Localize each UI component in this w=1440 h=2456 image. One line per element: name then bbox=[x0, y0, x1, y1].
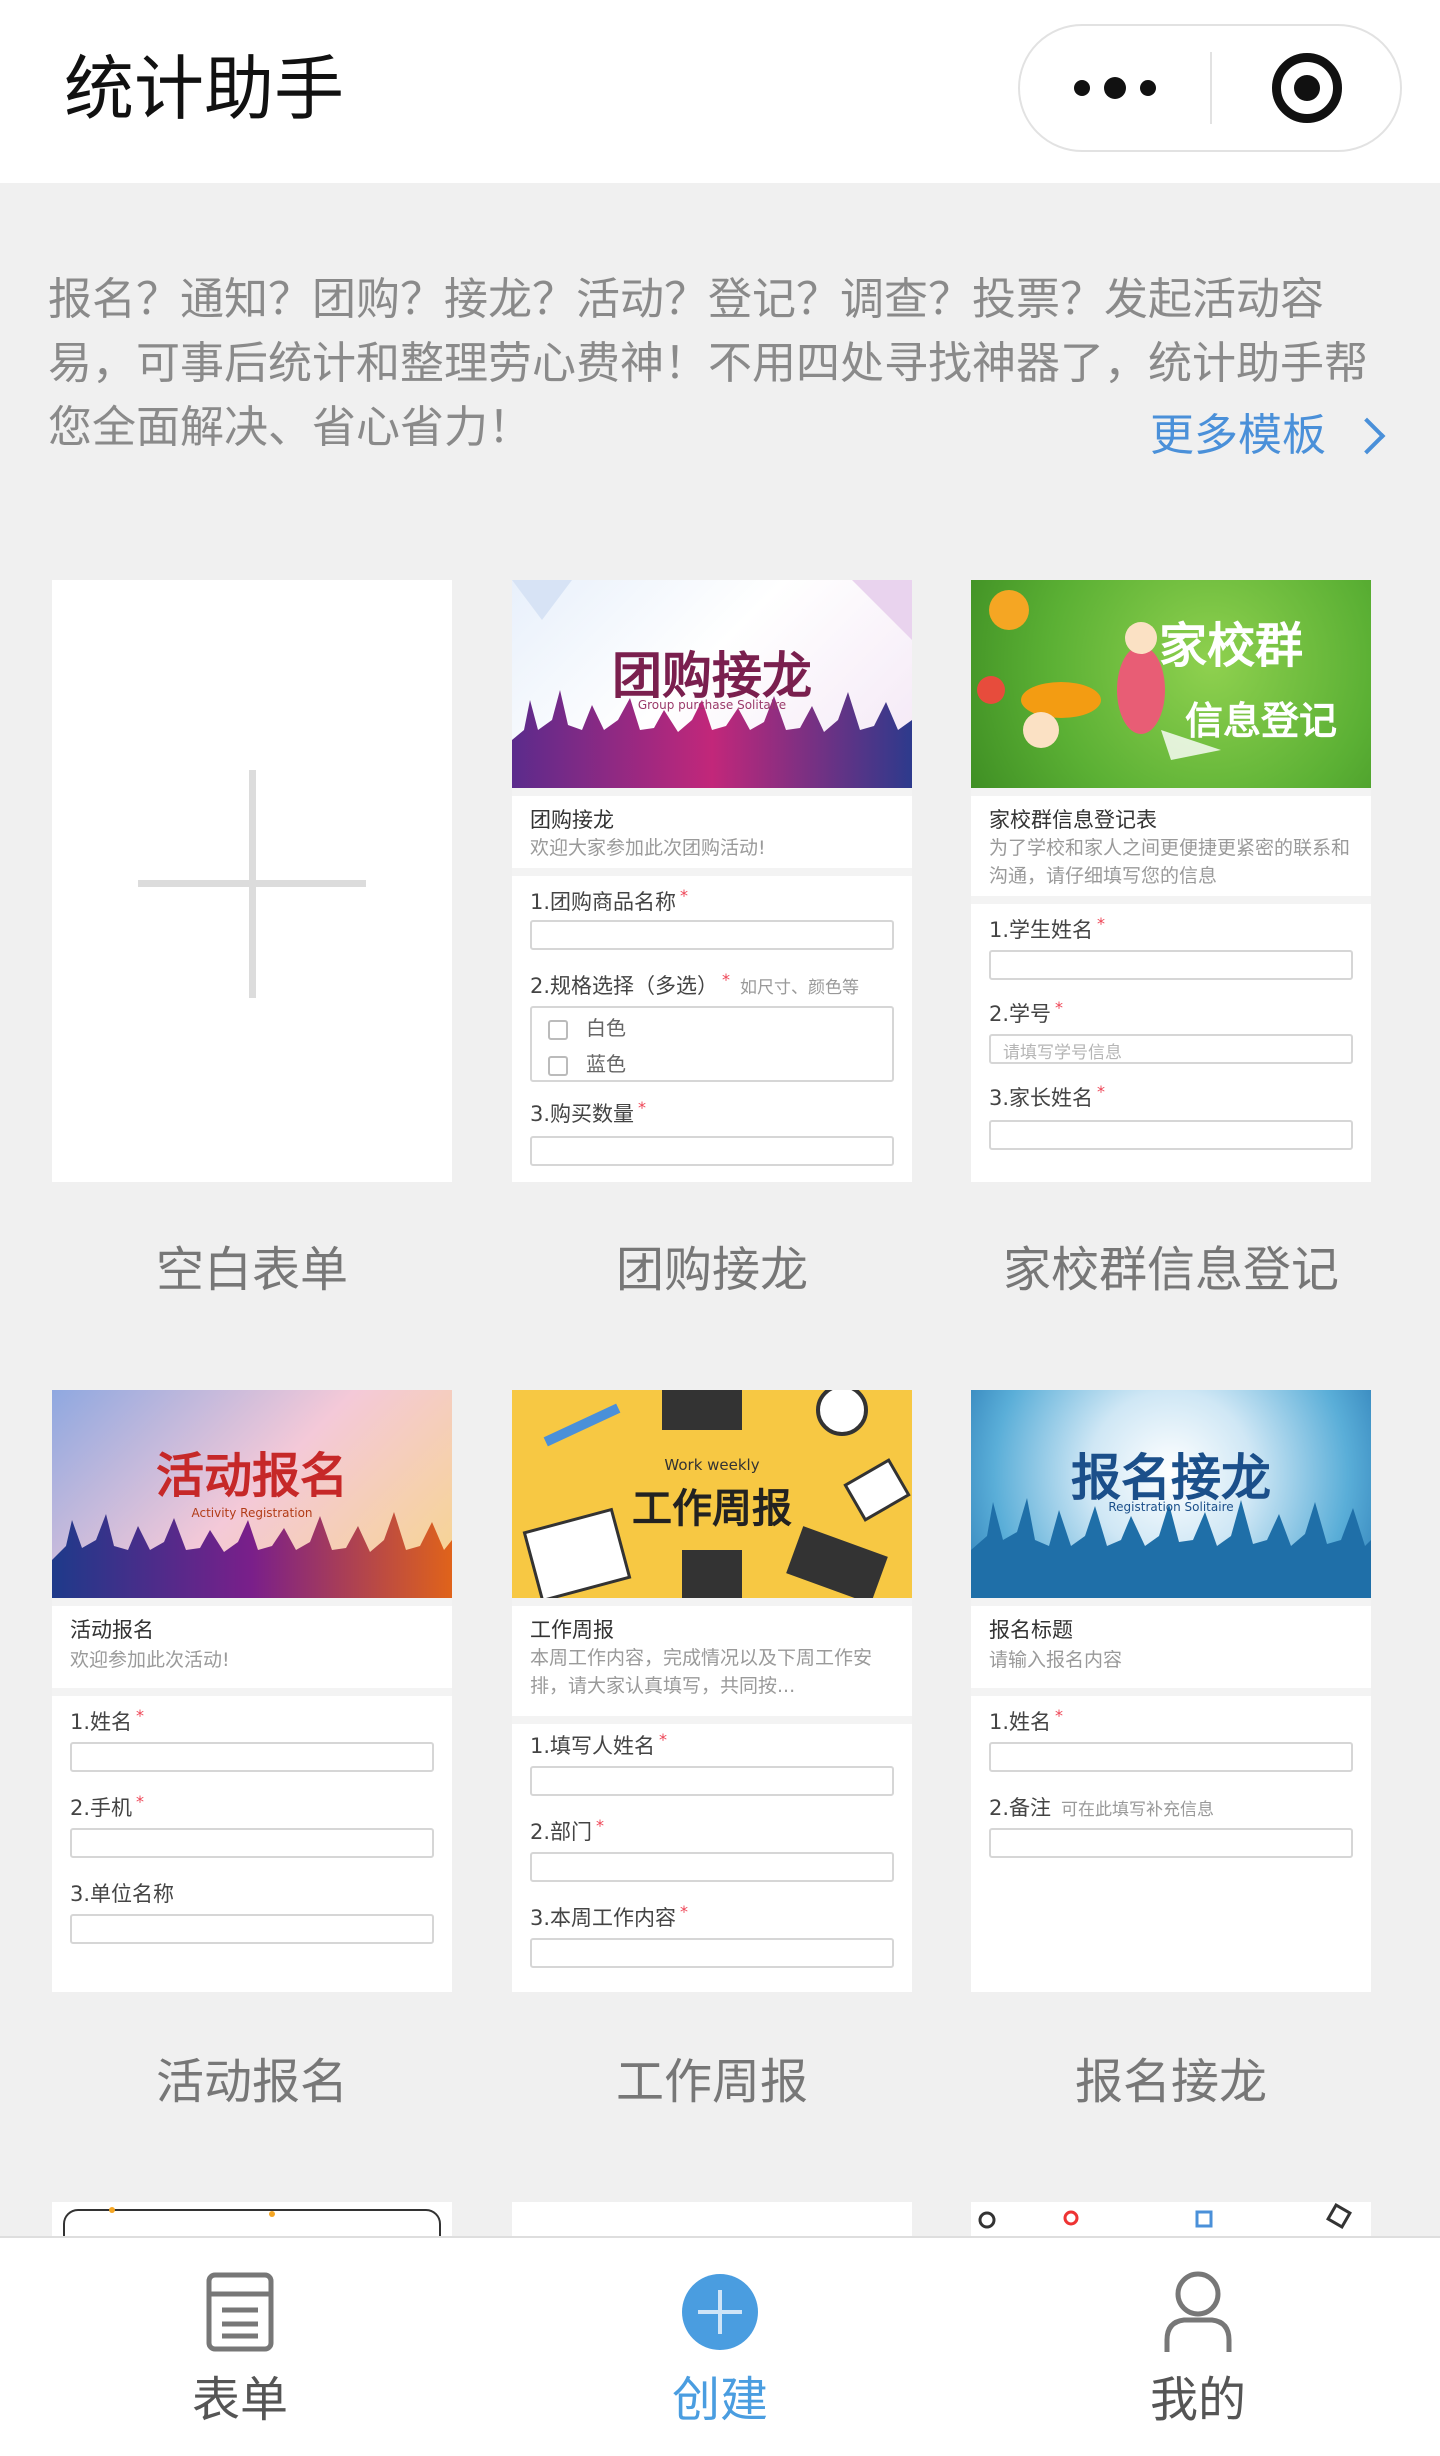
form-header: 家校群信息登记表 为了学校和家人之间更便捷更紧密的联系和沟通，请仔细填写您的信息 bbox=[971, 796, 1371, 896]
question-label: 2.部门 * bbox=[530, 1816, 605, 1844]
close-mini-program-button[interactable] bbox=[1212, 26, 1402, 150]
form-description: 请输入报名内容 bbox=[989, 1649, 1123, 1671]
template-label[interactable]: 家校群信息登记 bbox=[941, 1238, 1401, 1302]
checkbox-option: 蓝色 bbox=[548, 1048, 626, 1077]
form-title: 报名标题 bbox=[989, 1618, 1073, 1642]
nav-bar: 统计助手 bbox=[0, 0, 1440, 183]
template-banner: 团购接龙 Group purchase Solitaire bbox=[512, 580, 912, 788]
answer-field: 请填写学号信息 bbox=[989, 1034, 1353, 1064]
template-banner: 活动报名 Activity Registration bbox=[52, 1390, 452, 1598]
form-description: 欢迎大家参加此次团购活动! bbox=[530, 837, 766, 859]
template-card-registration[interactable]: 报名接龙 Registration Solitaire 报名标题 请输入报名内容… bbox=[971, 1390, 1371, 1992]
dot-icon bbox=[1140, 80, 1156, 96]
tab-label: 创建 bbox=[671, 2372, 768, 2428]
checkbox-group: 白色 蓝色 bbox=[530, 1006, 894, 1082]
template-label[interactable]: 空白表单 bbox=[22, 1238, 482, 1302]
user-icon bbox=[1164, 2271, 1232, 2352]
question-label: 3.本周工作内容 * bbox=[530, 1902, 689, 1930]
question-label: 1.姓名 * bbox=[989, 1706, 1064, 1734]
plus-circle-icon bbox=[682, 2274, 758, 2350]
form-title: 活动报名 bbox=[70, 1618, 154, 1642]
more-templates-label: 更多模板 bbox=[1150, 410, 1326, 461]
tab-label: 我的 bbox=[1149, 2372, 1246, 2428]
template-label[interactable]: 活动报名 bbox=[22, 2050, 482, 2114]
question-label: 2.备注 可在此填写补充信息 bbox=[989, 1796, 1215, 1820]
template-label[interactable]: 报名接龙 bbox=[941, 2050, 1401, 2114]
banner-subtitle: Activity Registration bbox=[191, 1506, 313, 1520]
template-card-group-buy[interactable]: 团购接龙 Group purchase Solitaire 团购接龙 欢迎大家参… bbox=[512, 580, 912, 1182]
question-label: 1.学生姓名 * bbox=[989, 914, 1106, 942]
template-label[interactable]: 团购接龙 bbox=[482, 1238, 942, 1302]
more-options-button[interactable] bbox=[1020, 26, 1210, 150]
banner-title: 信息登记 bbox=[1184, 698, 1337, 743]
form-title: 工作周报 bbox=[530, 1618, 614, 1642]
dot-icon bbox=[1104, 77, 1126, 99]
mini-program-capsule bbox=[1018, 24, 1402, 152]
answer-field bbox=[70, 1742, 434, 1772]
tab-mine[interactable]: 我的 bbox=[1048, 2238, 1348, 2456]
tab-bar: 表单 创建 我的 bbox=[0, 2236, 1440, 2456]
banner-title: 家校群 bbox=[1158, 618, 1303, 674]
answer-field bbox=[989, 1828, 1353, 1858]
form-description: 欢迎参加此次活动! bbox=[70, 1649, 230, 1671]
template-label[interactable]: 工作周报 bbox=[482, 2050, 942, 2114]
form-questions: 1.姓名 * 2.手机 * 3.单位名称 bbox=[52, 1696, 452, 1992]
page-title: 统计助手 bbox=[64, 48, 344, 130]
target-icon bbox=[1272, 53, 1342, 123]
form-questions: 1.填写人姓名 * 2.部门 * 3.本周工作内容 * bbox=[512, 1724, 912, 1992]
dot-icon bbox=[1074, 80, 1090, 96]
template-card-weekly-report[interactable]: Work weekly 工作周报 工作周报 本周工作内容，完成情况以及下周工作安… bbox=[512, 1390, 912, 1992]
tab-label: 表单 bbox=[191, 2372, 288, 2428]
answer-field bbox=[70, 1914, 434, 1944]
template-banner: Work weekly 工作周报 bbox=[512, 1390, 912, 1598]
question-label: 1.团购商品名称 * bbox=[530, 886, 689, 914]
template-card-activity[interactable]: 活动报名 Activity Registration 活动报名 欢迎参加此次活动… bbox=[52, 1390, 452, 1992]
answer-field bbox=[530, 920, 894, 950]
form-questions: 1.姓名 * 2.备注 可在此填写补充信息 bbox=[971, 1696, 1371, 1992]
banner-subtitle: Group purchase Solitaire bbox=[637, 698, 787, 712]
more-templates-link[interactable]: 更多模板 bbox=[1150, 404, 1386, 468]
question-label: 1.姓名 * bbox=[70, 1706, 145, 1734]
answer-field bbox=[530, 1852, 894, 1882]
form-header: 工作周报 本周工作内容，完成情况以及下周工作安排，请大家认真填写，共同按... bbox=[512, 1606, 912, 1716]
template-card-blank[interactable] bbox=[52, 580, 452, 1182]
tab-forms[interactable]: 表单 bbox=[90, 2238, 390, 2456]
checkbox-icon bbox=[548, 1019, 568, 1040]
question-label: 2.规格选择（多选） * 如尺寸、颜色等 bbox=[530, 970, 860, 998]
form-questions: 1.学生姓名 * 2.学号 * 请填写学号信息 3.家长姓名 * bbox=[971, 904, 1371, 1182]
tab-create[interactable]: 创建 bbox=[570, 2238, 870, 2456]
question-label: 1.填写人姓名 * bbox=[530, 1730, 668, 1758]
banner-title: 工作周报 bbox=[632, 1485, 792, 1532]
answer-field bbox=[530, 1766, 894, 1796]
template-banner: 家校群 信息登记 bbox=[971, 580, 1371, 788]
template-banner: 报名接龙 Registration Solitaire bbox=[971, 1390, 1371, 1598]
answer-field bbox=[989, 1120, 1353, 1150]
answer-field bbox=[530, 1136, 894, 1166]
list-icon bbox=[206, 2272, 274, 2352]
template-card-home-school[interactable]: 家校群 信息登记 家校群信息登记表 为了学校和家人之间更便捷更紧密的联系和沟通，… bbox=[971, 580, 1371, 1182]
form-header: 活动报名 欢迎参加此次活动! bbox=[52, 1606, 452, 1688]
form-header: 团购接龙 欢迎大家参加此次团购活动! bbox=[512, 796, 912, 868]
question-label: 2.学号 * bbox=[989, 998, 1064, 1026]
chevron-right-icon bbox=[1348, 417, 1386, 455]
form-description: 本周工作内容，完成情况以及下周工作安排，请大家认真填写，共同按... bbox=[530, 1647, 873, 1697]
question-label: 3.家长姓名 * bbox=[989, 1082, 1106, 1110]
checkbox-option: 白色 bbox=[548, 1012, 626, 1041]
banner-subtitle: Registration Solitaire bbox=[1108, 1500, 1234, 1514]
form-questions: 1.团购商品名称 * 2.规格选择（多选） * 如尺寸、颜色等 白色 蓝色 3.购买数… bbox=[512, 876, 912, 1182]
answer-field bbox=[70, 1828, 434, 1858]
question-label: 3.单位名称 bbox=[70, 1882, 175, 1906]
answer-field bbox=[530, 1938, 894, 1968]
form-description: 为了学校和家人之间更便捷更紧密的联系和沟通，请仔细填写您的信息 bbox=[989, 837, 1351, 887]
banner-subtitle: Work weekly bbox=[664, 1456, 760, 1474]
form-title: 家校群信息登记表 bbox=[989, 808, 1157, 832]
form-title: 团购接龙 bbox=[530, 808, 614, 832]
answer-field bbox=[989, 950, 1353, 980]
banner-title: 活动报名 bbox=[155, 1448, 348, 1504]
checkbox-icon bbox=[548, 1055, 568, 1076]
question-label: 3.购买数量 * bbox=[530, 1098, 647, 1126]
question-label: 2.手机 * bbox=[70, 1792, 145, 1820]
answer-field bbox=[989, 1742, 1353, 1772]
form-header: 报名标题 请输入报名内容 bbox=[971, 1606, 1371, 1688]
